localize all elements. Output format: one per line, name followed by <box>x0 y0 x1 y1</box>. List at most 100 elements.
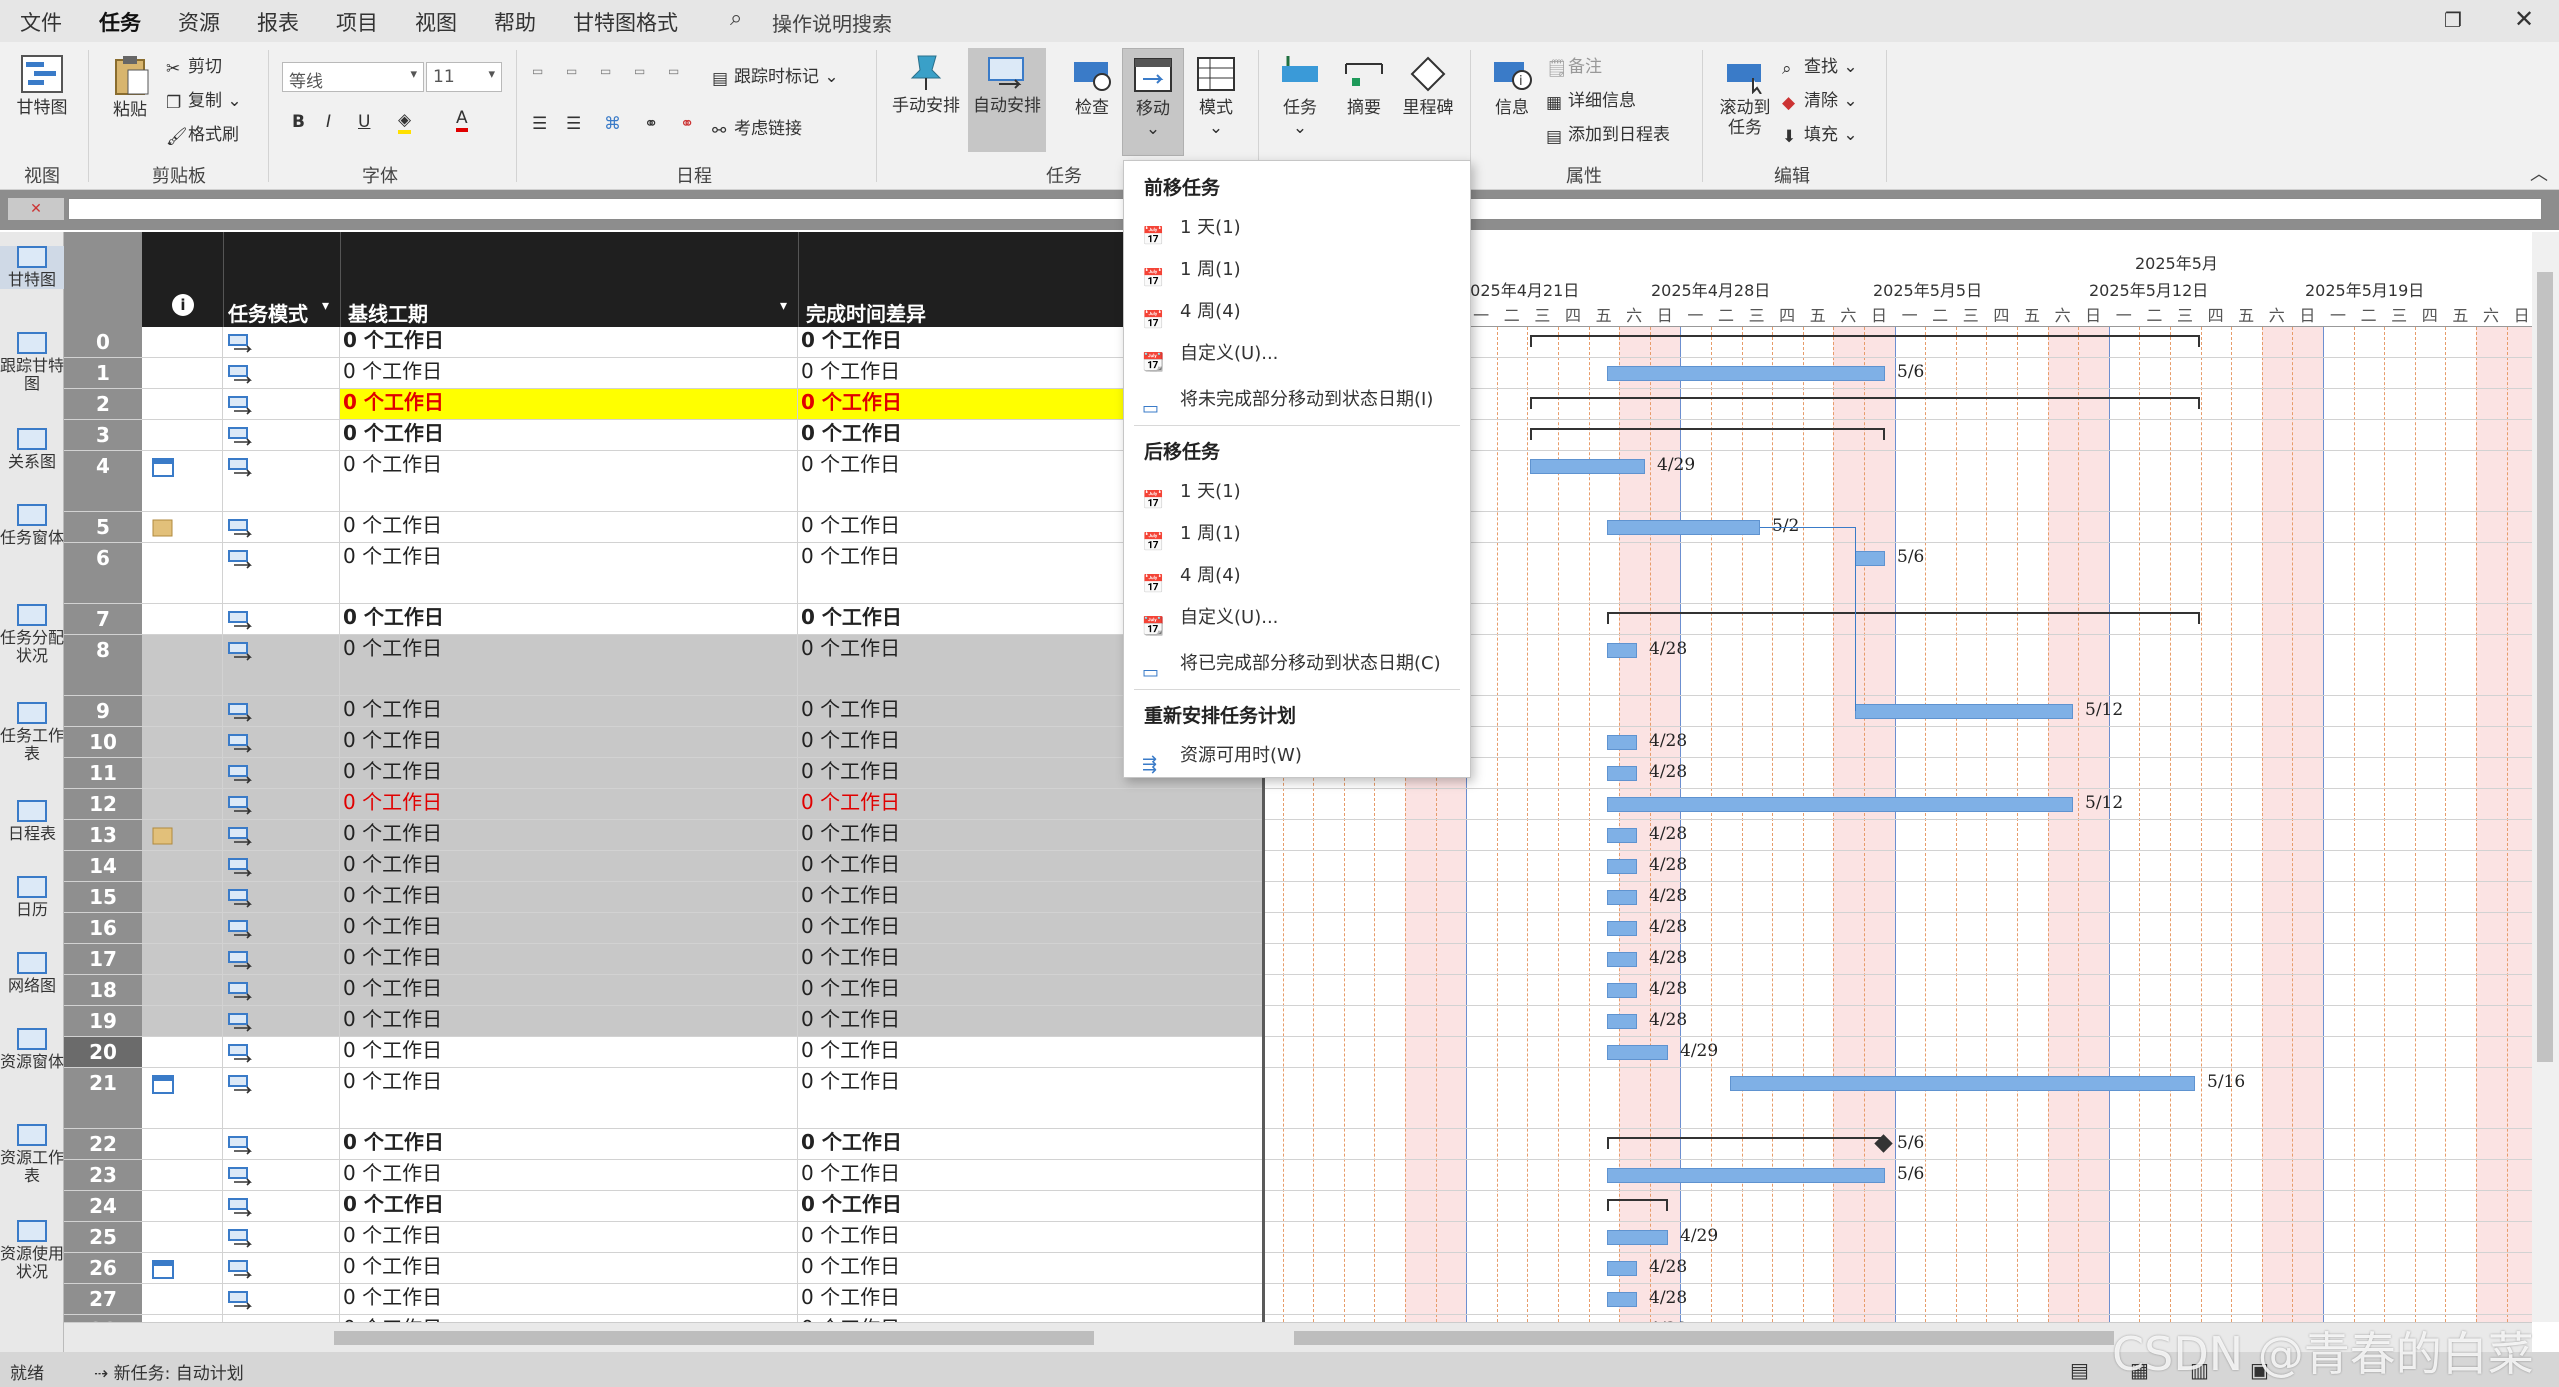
info-cell[interactable] <box>142 389 223 419</box>
task-bar[interactable] <box>1607 1292 1637 1307</box>
table-row[interactable]: 20 0 个工作日 0 个工作日 <box>64 1037 1262 1068</box>
baseline-duration-cell[interactable]: 0 个工作日 <box>340 543 798 603</box>
task-mode-cell[interactable] <box>223 1037 340 1067</box>
paste-button[interactable]: 粘贴 <box>100 54 160 120</box>
link-icon[interactable]: ⚭ <box>644 114 658 134</box>
baseline-duration-cell[interactable]: 0 个工作日 <box>340 389 798 419</box>
baseline-duration-cell[interactable]: 0 个工作日 <box>340 913 798 943</box>
move-incomplete-to-status-date[interactable]: ▭ 将未完成部分移动到状态日期(I) <box>1124 381 1470 419</box>
finish-variance-cell[interactable]: 0 个工作日 <box>798 1284 1262 1314</box>
task-mode-cell[interactable] <box>223 512 340 542</box>
finish-variance-cell[interactable]: 0 个工作日 <box>798 1253 1262 1283</box>
task-mode-cell[interactable] <box>223 913 340 943</box>
insert-milestone-button[interactable]: 里程碑 <box>1396 54 1460 118</box>
info-cell[interactable] <box>142 882 223 912</box>
font-name-select[interactable]: 等线 ▾ <box>282 62 424 92</box>
task-bar[interactable] <box>1730 1076 2195 1091</box>
table-row[interactable]: 16 0 个工作日 0 个工作日 <box>64 913 1262 944</box>
baseline-duration-cell[interactable]: 0 个工作日 <box>340 851 798 881</box>
task-bar[interactable] <box>1855 551 1885 566</box>
table-row[interactable]: 10 个工作日 0 个工作日 <box>64 358 1262 389</box>
finish-variance-cell[interactable]: 0 个工作日 <box>798 913 1262 943</box>
move-forward-custom[interactable]: 📆 自定义(U)... <box>1124 335 1470 373</box>
fill-button[interactable]: ⬇ 填充 ⌄ <box>1782 120 1858 147</box>
info-cell[interactable] <box>142 1222 223 1252</box>
table-row[interactable]: 40 个工作日 0 个工作日 <box>64 451 1262 512</box>
view-task-form[interactable]: 任务窗体 <box>0 504 64 547</box>
table-row[interactable]: 21 0 个工作日 0 个工作日 <box>64 1068 1262 1129</box>
row-id[interactable]: 8 <box>64 635 142 695</box>
italic-icon[interactable]: I <box>326 112 331 132</box>
info-cell[interactable] <box>142 1160 223 1190</box>
table-row[interactable]: 13 0 个工作日 0 个工作日 <box>64 820 1262 851</box>
finish-variance-cell[interactable]: 0 个工作日 <box>798 820 1262 850</box>
finish-variance-cell[interactable]: 0 个工作日 <box>798 1160 1262 1190</box>
info-cell[interactable] <box>142 851 223 881</box>
info-cell[interactable] <box>142 789 223 819</box>
task-mode-cell[interactable] <box>223 389 340 419</box>
baseline-duration-cell[interactable]: 0 个工作日 <box>340 604 798 634</box>
move-forward-1-day[interactable]: 📅 1 天(1) <box>1124 209 1470 247</box>
table-scroll-thumb[interactable] <box>334 1331 1094 1345</box>
percent-75-icon[interactable]: ▭ <box>634 64 645 78</box>
task-bar[interactable] <box>1607 797 2073 812</box>
finish-variance-cell[interactable]: 0 个工作日 <box>798 1129 1262 1159</box>
table-row[interactable]: 19 0 个工作日 0 个工作日 <box>64 1006 1262 1037</box>
notes-button[interactable]: 🗒备注 <box>1546 52 1602 79</box>
view-resource-sheet[interactable]: 资源工作表 <box>0 1124 64 1185</box>
table-row[interactable]: 10 0 个工作日 0 个工作日 <box>64 727 1262 758</box>
task-bar[interactable] <box>1607 1014 1637 1029</box>
baseline-duration-cell[interactable]: 0 个工作日 <box>340 944 798 974</box>
baseline-duration-cell[interactable]: 0 个工作日 <box>340 1129 798 1159</box>
move-forward-1-week[interactable]: 📅 1 周(1) <box>1124 251 1470 289</box>
info-cell[interactable] <box>142 727 223 757</box>
chevron-down-icon[interactable]: ▾ <box>322 298 329 314</box>
baseline-duration-cell[interactable]: 0 个工作日 <box>340 1037 798 1067</box>
vertical-scrollbar[interactable] <box>2532 232 2559 1322</box>
move-completed-to-status-date[interactable]: ▭ 将已完成部分移动到状态日期(C) <box>1124 645 1470 683</box>
scroll-to-task-button[interactable]: 滚动到任务 <box>1712 58 1778 138</box>
info-cell[interactable] <box>142 327 223 357</box>
table-row[interactable]: 00 个工作日 0 个工作日 <box>64 327 1262 358</box>
baseline-duration-cell[interactable]: 0 个工作日 <box>340 789 798 819</box>
row-id[interactable]: 23 <box>64 1160 142 1190</box>
row-id[interactable]: 20 <box>64 1037 142 1067</box>
respect-links-button[interactable]: ⚯ 考虑链接 <box>712 114 802 141</box>
finish-variance-cell[interactable]: 0 个工作日 <box>798 1068 1262 1128</box>
col-finish-variance[interactable]: 完成时间差异 <box>806 298 926 327</box>
row-id[interactable]: 5 <box>64 512 142 542</box>
insert-summary-button[interactable]: 摘要 <box>1332 54 1396 118</box>
tell-me-search[interactable]: 操作说明搜索 <box>772 8 892 37</box>
summary-bar[interactable] <box>1530 335 2200 347</box>
summary-bar[interactable] <box>1530 428 1885 440</box>
col-task-mode[interactable]: 任务模式 <box>228 298 308 327</box>
baseline-duration-cell[interactable]: 0 个工作日 <box>340 1191 798 1221</box>
inspect-button[interactable]: 检查 <box>1062 54 1122 118</box>
highlight-color-icon[interactable]: ◈ <box>398 110 412 134</box>
task-mode-cell[interactable] <box>223 1006 340 1036</box>
info-cell[interactable] <box>142 913 223 943</box>
table-row[interactable]: 24 0 个工作日 0 个工作日 <box>64 1191 1262 1222</box>
task-bar[interactable] <box>1607 520 1760 535</box>
info-cell[interactable] <box>142 944 223 974</box>
info-cell[interactable] <box>142 543 223 603</box>
row-id[interactable]: 21 <box>64 1068 142 1128</box>
task-mode-cell[interactable] <box>223 1315 340 1322</box>
row-id[interactable]: 17 <box>64 944 142 974</box>
task-mode-cell[interactable] <box>223 882 340 912</box>
underline-icon[interactable]: U <box>358 112 370 132</box>
row-id[interactable]: 1 <box>64 358 142 388</box>
baseline-duration-cell[interactable]: 0 个工作日 <box>340 358 798 388</box>
baseline-duration-cell[interactable]: 0 个工作日 <box>340 1284 798 1314</box>
unlink-icon[interactable]: ⚭ <box>680 114 694 134</box>
table-row[interactable]: 20 个工作日 0 个工作日 <box>64 389 1262 420</box>
task-mode-cell[interactable] <box>223 1068 340 1128</box>
task-bar[interactable] <box>1607 1045 1668 1060</box>
table-row[interactable]: 11 0 个工作日 0 个工作日 <box>64 758 1262 789</box>
task-mode-cell[interactable] <box>223 820 340 850</box>
task-mode-cell[interactable] <box>223 758 340 788</box>
summary-bar[interactable] <box>1607 1199 1668 1211</box>
task-bar[interactable] <box>1607 828 1637 843</box>
move-backward-custom[interactable]: 📆 自定义(U)... <box>1124 599 1470 637</box>
info-cell[interactable] <box>142 1191 223 1221</box>
